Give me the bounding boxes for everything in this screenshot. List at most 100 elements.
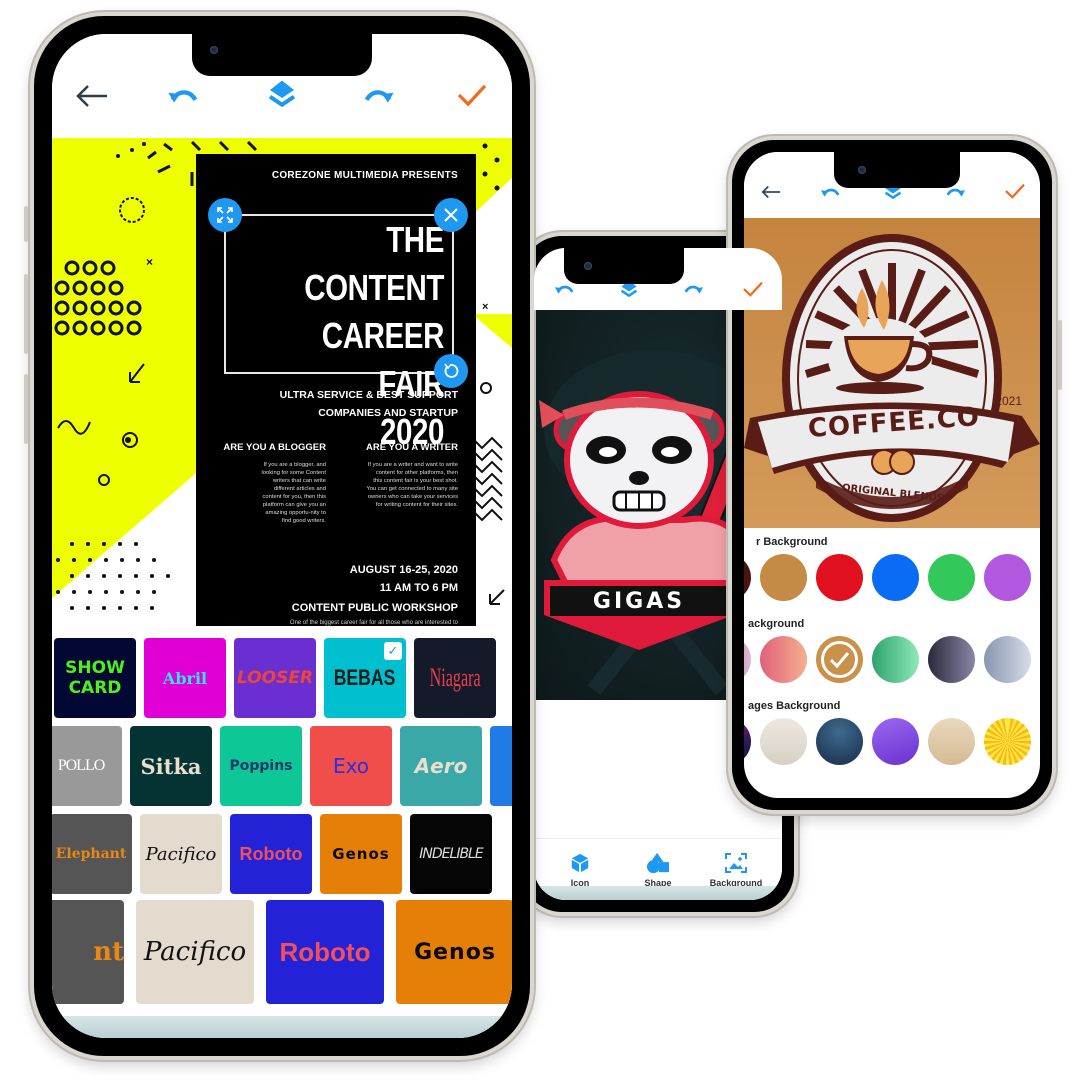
- background-swatch[interactable]: [928, 554, 975, 601]
- font-option-niagara[interactable]: Niagara: [414, 638, 496, 718]
- font-option-roboto[interactable]: Roboto: [230, 814, 312, 894]
- volume-down-button: [24, 374, 28, 444]
- background-swatch[interactable]: [744, 554, 751, 601]
- undo-button[interactable]: [164, 82, 204, 112]
- font-option-poppins[interactable]: Poppins: [220, 726, 302, 806]
- font-option-g[interactable]: G: [490, 726, 512, 806]
- background-swatch[interactable]: [744, 636, 751, 683]
- font-label: Roboto: [279, 936, 371, 967]
- font-option-sitka[interactable]: Sitka: [130, 726, 212, 806]
- redo-button[interactable]: [678, 278, 708, 302]
- confirm-button[interactable]: [1000, 178, 1030, 204]
- title-line: THE CONTENT: [304, 219, 444, 308]
- column-body: If you are a writer and want to write co…: [366, 462, 458, 508]
- back-button[interactable]: [72, 80, 112, 112]
- layers-icon: [268, 80, 296, 108]
- screen-bottom-edge: [534, 886, 782, 900]
- swatch-row: [744, 636, 1040, 683]
- poster-date: AUGUST 16-25, 2020: [349, 564, 458, 576]
- rotate-handle[interactable]: [434, 354, 468, 388]
- font-option-roboto[interactable]: Roboto: [266, 900, 384, 1004]
- background-swatch[interactable]: [872, 554, 919, 601]
- background-swatch[interactable]: [816, 554, 863, 601]
- phone-screen: COFFEE.CO ORIGINAL BLENDS .2021 r Backgr…: [744, 152, 1040, 798]
- font-option-looser[interactable]: LOOSER: [234, 638, 316, 718]
- images-background-section: ages Background: [744, 700, 1040, 765]
- font-label: SHOW CARD: [65, 658, 125, 698]
- font-option-pacifico[interactable]: Pacifico: [136, 900, 254, 1004]
- font-option-pacifico[interactable]: Pacifico: [140, 814, 222, 894]
- coffee-badge-illustration: [744, 234, 1040, 522]
- screen-bottom-edge: [52, 1016, 512, 1038]
- font-option-exo[interactable]: Exo: [310, 726, 392, 806]
- font-label: Elephant: [55, 846, 127, 862]
- image-frame-icon: [725, 852, 747, 873]
- background-swatch[interactable]: [744, 718, 751, 765]
- background-swatch[interactable]: [816, 718, 863, 765]
- phone-screen: × × COREZONE MULTIMEDIA PRESENTS THE CON…: [52, 34, 512, 1038]
- font-label: Pacifico: [143, 937, 247, 967]
- font-option-nt[interactable]: nt: [52, 900, 124, 1004]
- column-heading: ARE YOU A BLOGGER: [223, 442, 326, 453]
- font-option-abril[interactable]: Abril: [144, 638, 226, 718]
- confirm-button[interactable]: [452, 78, 492, 112]
- background-swatch[interactable]: [928, 636, 975, 683]
- back-button[interactable]: [756, 180, 786, 204]
- color-background-section: r Background: [744, 536, 1040, 601]
- swatch-row: [744, 554, 1040, 601]
- font-option-genos[interactable]: Genos: [396, 900, 512, 1004]
- column-body: If you are a blogger, and looking for so…: [261, 462, 326, 524]
- svg-text:×: ×: [482, 301, 488, 313]
- confirm-button[interactable]: [738, 276, 768, 302]
- canvas-poster[interactable]: × × COREZONE MULTIMEDIA PRESENTS THE CON…: [52, 138, 512, 626]
- font-option-aero[interactable]: Aero: [400, 726, 482, 806]
- phone-mockup-coffee: COFFEE.CO ORIGINAL BLENDS .2021 r Backgr…: [728, 136, 1062, 814]
- redo-icon: [684, 285, 704, 294]
- background-swatch[interactable]: [928, 718, 975, 765]
- font-label: Genos: [332, 845, 390, 863]
- font-label: Abril: [162, 668, 208, 688]
- poster-card[interactable]: COREZONE MULTIMEDIA PRESENTS THE CONTENT…: [196, 154, 476, 626]
- font-option-bebas[interactable]: BEBAS ✓: [324, 638, 406, 718]
- font-label: BEBAS: [334, 665, 396, 690]
- selected-check-icon: [821, 641, 858, 678]
- volume-up-button: [24, 274, 28, 354]
- font-option-elephant[interactable]: Elephant: [52, 814, 132, 894]
- background-swatch[interactable]: [872, 636, 919, 683]
- background-swatch[interactable]: [984, 554, 1031, 601]
- undo-icon: [554, 285, 574, 294]
- background-swatch[interactable]: [760, 554, 807, 601]
- subtitle-line: ULTRA SERVICE & BEST SUPPORT: [279, 389, 458, 401]
- font-row: SHOW CARD Abril LOOSER BEBAS ✓ Niagara: [54, 638, 496, 720]
- close-icon: [444, 208, 458, 222]
- notch: [192, 34, 372, 76]
- delete-handle[interactable]: [434, 198, 468, 232]
- background-swatch[interactable]: [984, 718, 1031, 765]
- redo-icon: [946, 188, 966, 197]
- notch: [834, 152, 960, 188]
- background-swatch[interactable]: [984, 636, 1031, 683]
- canvas-coffee-logo[interactable]: COFFEE.CO ORIGINAL BLENDS .2021: [744, 218, 1040, 528]
- rotate-icon: [444, 363, 459, 378]
- shapes-icon: [647, 852, 669, 873]
- layers-button[interactable]: [262, 74, 302, 114]
- arrow-left-icon: [761, 185, 781, 199]
- font-option-indelible[interactable]: INDELIBLE: [410, 814, 492, 894]
- selection-box[interactable]: THE CONTENT CAREER FAIR 2020: [224, 214, 454, 452]
- font-label: Niagara: [429, 663, 481, 692]
- mute-switch: [24, 206, 28, 242]
- background-swatch[interactable]: [760, 636, 807, 683]
- writer-column: ARE YOU A WRITER If you are a writer and…: [336, 442, 458, 509]
- resize-handle[interactable]: [208, 198, 242, 232]
- background-swatch[interactable]: [872, 718, 919, 765]
- redo-button[interactable]: [358, 82, 398, 112]
- background-swatch[interactable]: [816, 636, 863, 683]
- font-option-show-card[interactable]: SHOW CARD: [54, 638, 136, 718]
- font-option-pollo[interactable]: POLLO: [52, 726, 122, 806]
- checkmark-icon: [1005, 183, 1025, 199]
- background-swatch[interactable]: [760, 718, 807, 765]
- subtitle-line: COMPANIES AND STARTUP: [318, 407, 458, 419]
- font-label: Exo: [332, 754, 370, 778]
- font-label: Aero: [414, 754, 468, 778]
- font-option-genos[interactable]: Genos: [320, 814, 402, 894]
